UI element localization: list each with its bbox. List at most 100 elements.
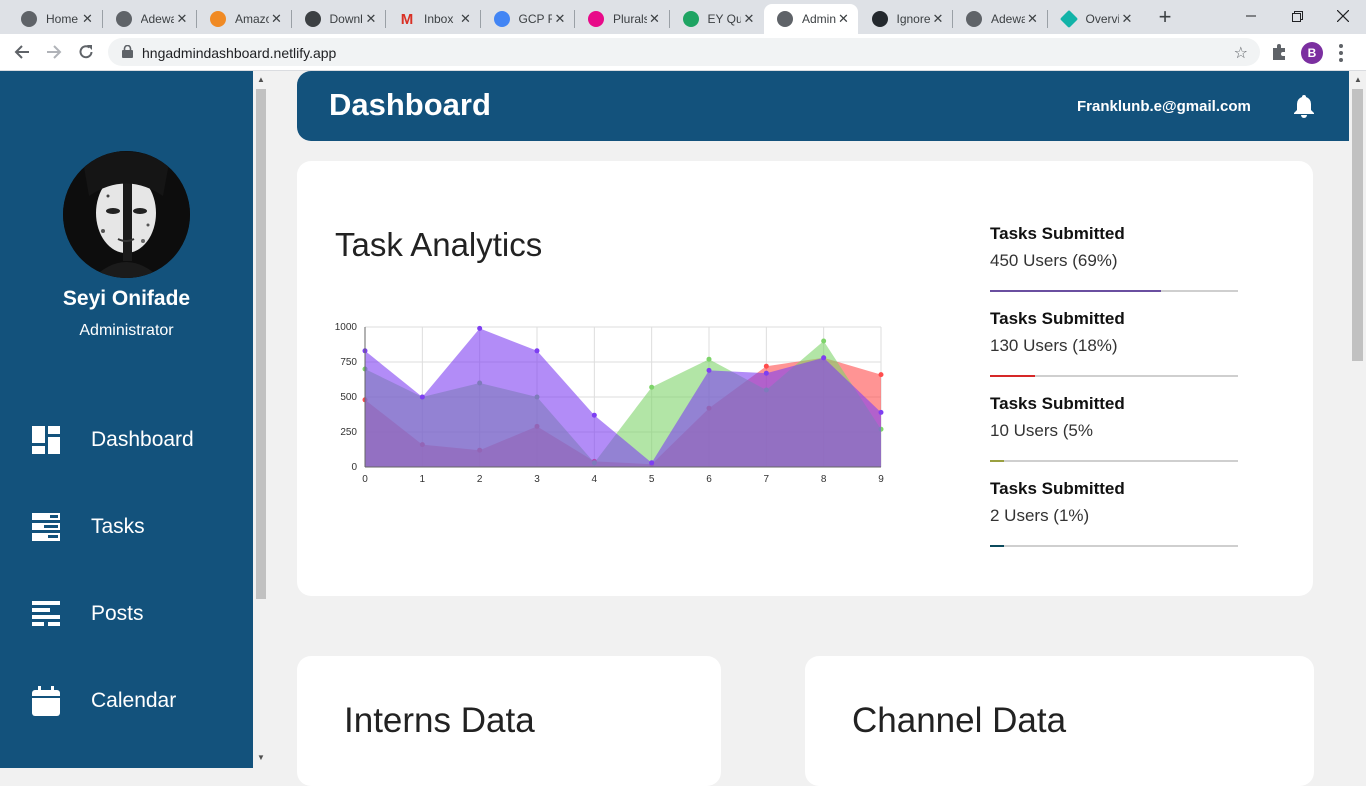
data-point (419, 394, 425, 400)
scroll-up-arrow-icon[interactable]: ▲ (1354, 75, 1362, 84)
package-icon (210, 11, 226, 27)
diamond-icon (1059, 9, 1078, 29)
tab-title: Download (329, 12, 364, 26)
close-icon[interactable]: ✕ (741, 11, 757, 27)
data-point (477, 325, 483, 331)
tab-title: GCP Fundamentals (518, 12, 553, 26)
back-button[interactable] (10, 40, 34, 64)
page-scrollbar[interactable]: ▲ (1349, 71, 1366, 768)
bell-icon[interactable] (1292, 93, 1316, 119)
browser-tab[interactable]: Admin ✕ (764, 4, 858, 34)
data-point (878, 409, 884, 415)
scroll-up-arrow-icon[interactable]: ▲ (257, 75, 265, 84)
data-point (821, 355, 827, 361)
scrollbar-thumb[interactable] (256, 89, 266, 599)
x-tick-label: 8 (821, 474, 827, 485)
sidebar-item-label: Posts (91, 602, 144, 625)
browser-menu-button[interactable] (1338, 44, 1344, 62)
progress-bar (990, 290, 1238, 292)
data-point (649, 384, 655, 390)
browser-tab[interactable]: Amazon✕ (197, 4, 291, 34)
stat-value: 10 Users (5% (990, 421, 1093, 440)
browser-tab[interactable]: GCP Fundamentals✕ (481, 4, 575, 34)
x-tick-label: 2 (477, 474, 483, 485)
browser-tab[interactable]: M Inbox ✕ (386, 4, 480, 34)
data-point (534, 348, 540, 354)
sidebar-item-label: Dashboard (91, 428, 194, 451)
data-point (591, 412, 597, 418)
browser-tab[interactable]: Pluralsight✕ (575, 4, 669, 34)
browser-tab[interactable]: Adewale✕ (103, 4, 197, 34)
x-tick-label: 3 (534, 474, 540, 485)
interns-data-title: Interns Data (344, 701, 535, 740)
stat-value: 2 Users (1%) (990, 506, 1090, 525)
stat-value: 450 Users (69%) (990, 251, 1118, 270)
close-icon[interactable]: ✕ (458, 11, 474, 27)
globe-icon (115, 11, 132, 27)
browser-tab[interactable]: EY Quiz✕ (670, 4, 764, 34)
data-point (821, 338, 827, 344)
forward-button[interactable] (42, 40, 66, 64)
scroll-down-arrow-icon[interactable]: ▼ (257, 753, 265, 762)
sidebar-item-dashboard[interactable]: Dashboard (30, 420, 240, 460)
tab-title: Home (46, 12, 79, 26)
page-header: Dashboard Franklunb.e@gmail.com (297, 71, 1349, 141)
close-icon[interactable]: ✕ (836, 11, 852, 27)
extensions-button[interactable] (1270, 43, 1288, 66)
browser-tab[interactable]: Download✕ (292, 4, 386, 34)
user-name: Seyi Onifade (62, 287, 191, 310)
close-icon[interactable]: ✕ (552, 11, 568, 27)
close-icon[interactable]: ✕ (1119, 11, 1135, 27)
x-tick-label: 1 (420, 474, 426, 485)
profile-avatar[interactable]: B (1301, 42, 1323, 64)
browser-tab[interactable]: Home ✕ (8, 4, 102, 34)
bookmark-star-icon[interactable]: ☆ (1234, 43, 1248, 63)
browser-tab[interactable]: Ignore ✕ (859, 4, 953, 34)
close-icon (1337, 10, 1349, 22)
tab-title: Inbox (424, 12, 454, 26)
x-tick-label: 6 (706, 474, 712, 485)
close-icon[interactable]: ✕ (1025, 11, 1041, 27)
tab-title: Adewale (991, 12, 1025, 26)
progress-bar (990, 545, 1238, 547)
data-point (763, 363, 769, 369)
restore-button[interactable] (1274, 0, 1320, 32)
close-icon[interactable]: ✕ (647, 11, 663, 27)
x-tick-label: 7 (764, 474, 770, 485)
close-icon[interactable]: ✕ (363, 11, 379, 27)
tab-title: Amazon (235, 12, 269, 26)
close-icon[interactable]: ✕ (269, 11, 285, 27)
progress-fill (990, 460, 1004, 462)
close-icon[interactable]: ✕ (80, 11, 96, 27)
calendar-icon (32, 686, 60, 716)
globe-icon (777, 11, 793, 27)
close-icon[interactable]: ✕ (174, 11, 190, 27)
new-tab-button[interactable]: + (1154, 6, 1176, 29)
close-icon[interactable]: ✕ (930, 11, 946, 27)
posts-icon (32, 601, 60, 626)
docs-icon (493, 11, 510, 27)
scrollbar-thumb[interactable] (1352, 89, 1363, 361)
x-tick-label: 5 (649, 474, 655, 485)
analytics-title: Task Analytics (335, 226, 543, 263)
sidebar-item-calendar[interactable]: Calendar (30, 681, 240, 721)
avatar (63, 151, 190, 278)
y-tick-label: 1000 (335, 322, 358, 333)
minimize-button[interactable] (1228, 0, 1274, 32)
sidebar-scrollbar[interactable]: ▲ ▼ (253, 71, 269, 768)
progress-fill (990, 545, 1004, 547)
close-window-button[interactable] (1320, 0, 1366, 32)
browser-tab[interactable]: Adewale✕ (953, 4, 1047, 34)
user-role: Administrator (79, 322, 174, 339)
progress-bar (990, 460, 1238, 462)
globe-icon (966, 11, 982, 27)
reload-button[interactable] (74, 40, 98, 64)
address-bar[interactable]: hngadmindashboard.netlify.app ☆ (108, 38, 1260, 66)
sidebar-item-tasks[interactable]: Tasks (30, 507, 240, 547)
browser-tab[interactable]: Overview✕ (1048, 4, 1142, 34)
sidebar-item-posts[interactable]: Posts (30, 594, 240, 634)
task-analytics-card: Task Analytics 0 250 500 750 1000 0 1 2 3 4 5 6 7 8 9 … (297, 161, 1313, 596)
tab-title: Overview (1085, 12, 1120, 26)
user-email: Franklunb.e@gmail.com (1077, 98, 1251, 115)
x-tick-label: 9 (878, 474, 884, 485)
